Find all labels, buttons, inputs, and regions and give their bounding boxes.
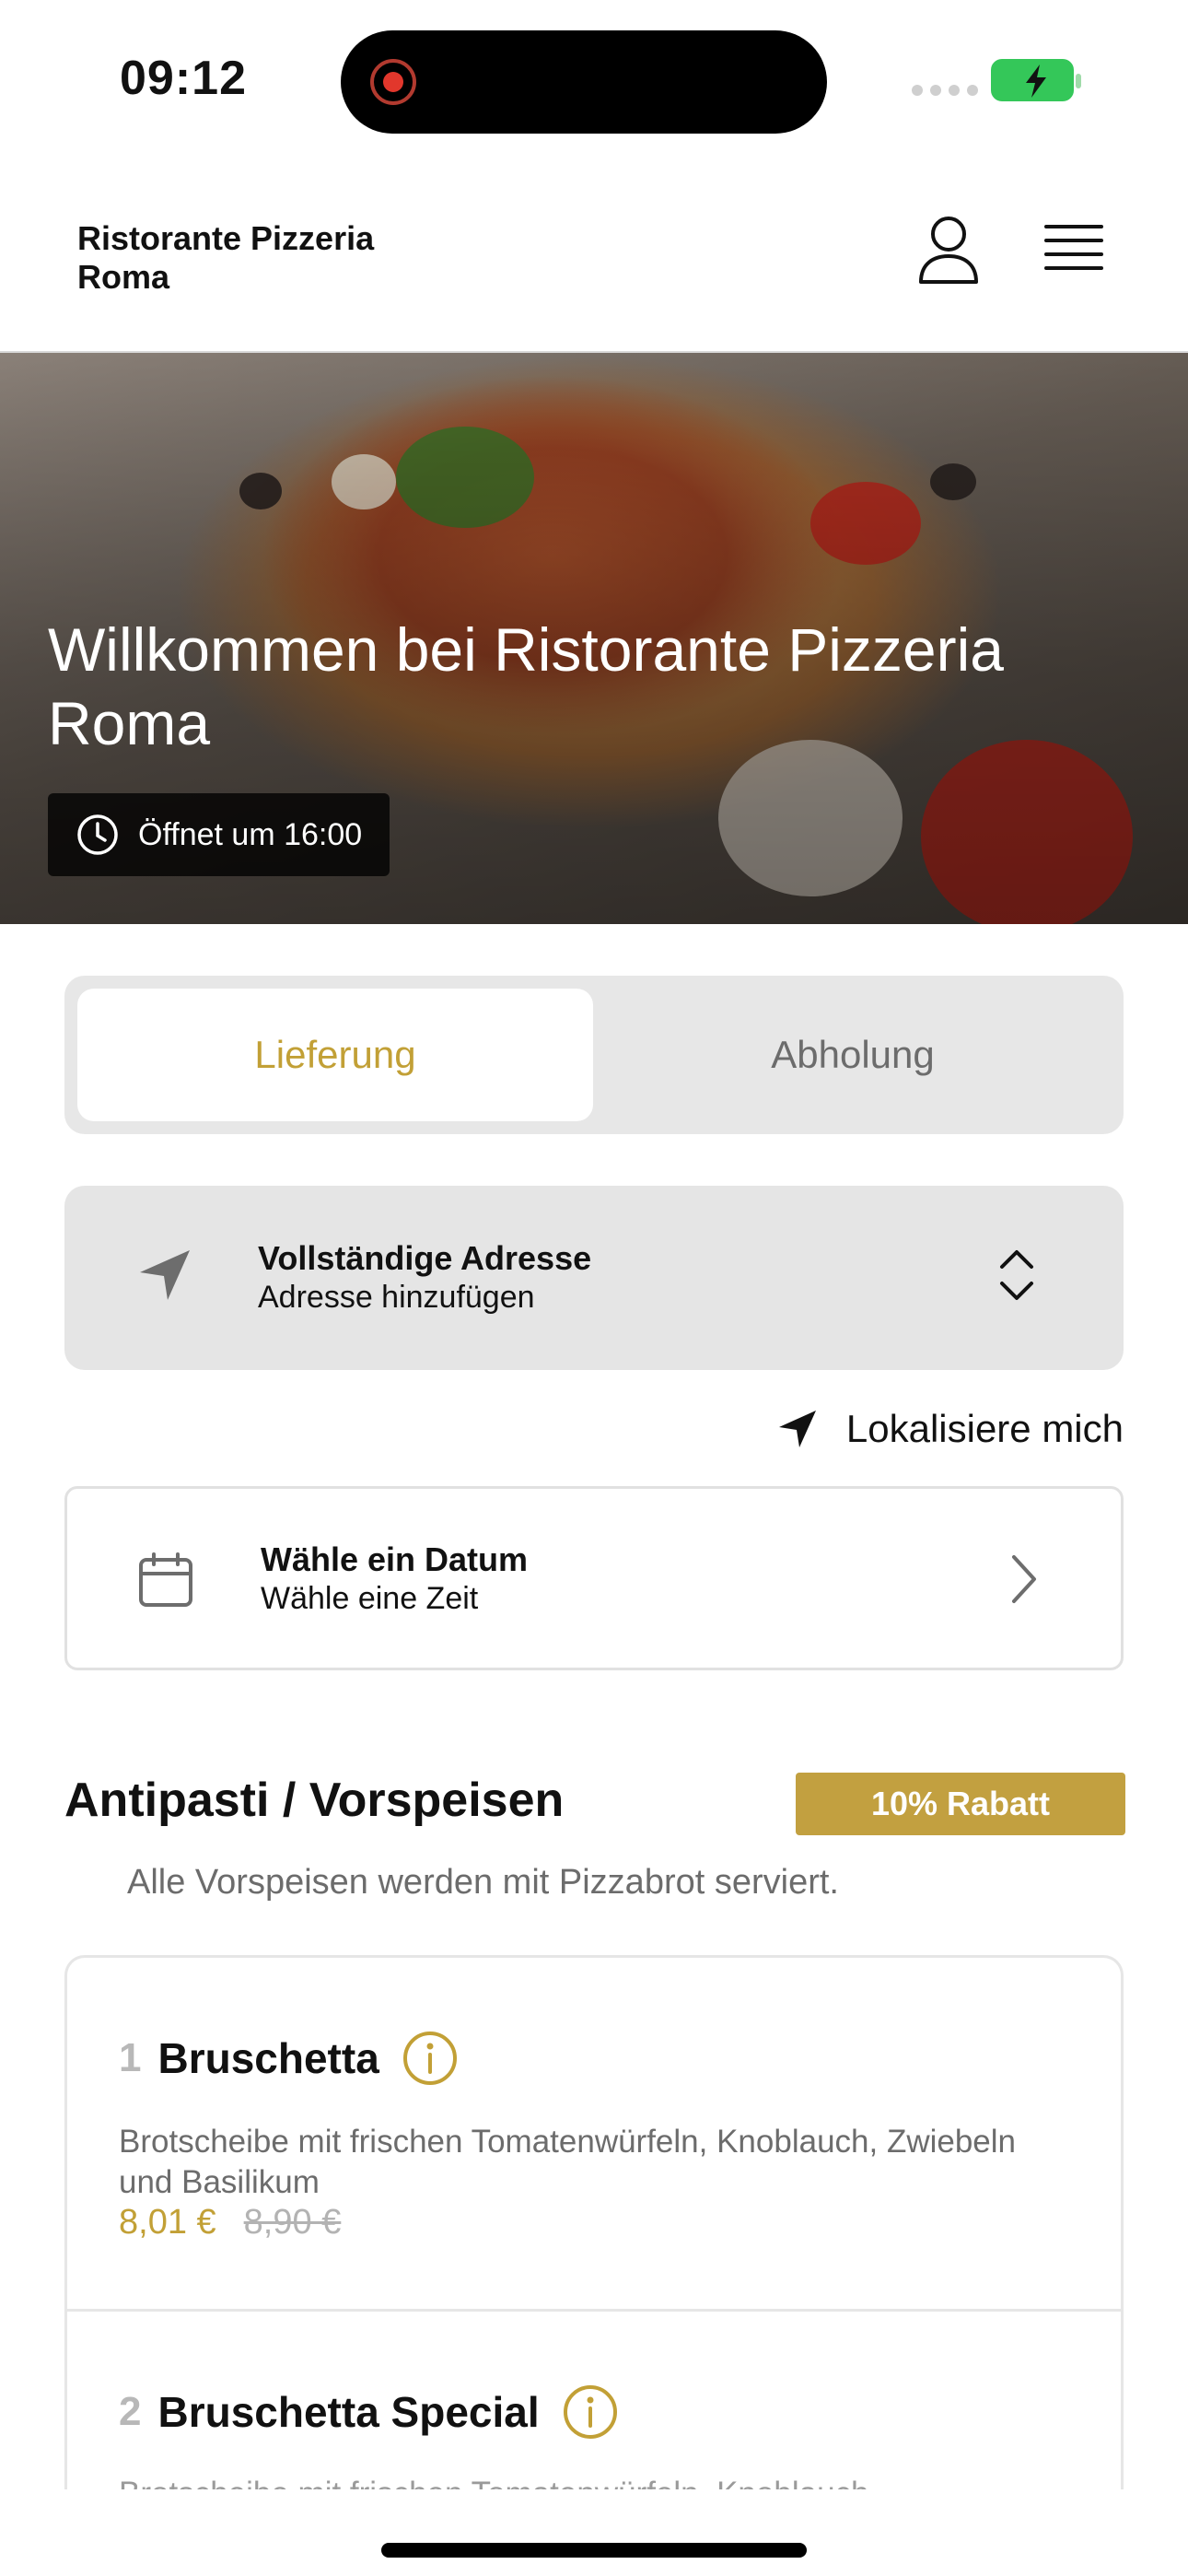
menu-item[interactable]: 2 Bruschetta Special Brotscheibe mit fri… <box>67 2312 1121 2489</box>
status-bar: 09:12 <box>0 0 1188 157</box>
time-subtitle: Wähle eine Zeit <box>261 1581 479 1616</box>
recording-indicator-icon <box>370 59 416 105</box>
menu-items-list: 1 Bruschetta Brotscheibe mit frischen To… <box>64 1955 1124 2489</box>
item-number: 1 <box>119 2035 142 2080</box>
opening-time-badge: Öffnet um 16:00 <box>48 793 390 876</box>
category-note: Alle Vorspeisen werden mit Pizzabrot ser… <box>127 1863 839 1902</box>
menu-icon <box>1044 225 1103 270</box>
item-number: 2 <box>119 2389 142 2434</box>
item-description: Brotscheibe mit frischen Tomatenwürfeln,… <box>119 2124 1017 2200</box>
hero-banner: Willkommen bei Ristorante Pizzeria Roma … <box>0 353 1188 924</box>
date-time-selector[interactable]: Wähle ein Datum Wähle eine Zeit <box>64 1486 1124 1670</box>
account-button[interactable] <box>915 214 982 287</box>
address-selector[interactable]: Vollständige Adresse Adresse hinzufügen <box>64 1186 1124 1370</box>
item-name: Bruschetta <box>157 2034 379 2082</box>
app-header: Ristorante Pizzeria Roma <box>0 157 1188 353</box>
order-mode-toggle: Lieferung Abholung <box>64 976 1124 1134</box>
address-subtitle: Adresse hinzufügen <box>258 1280 535 1315</box>
menu-button[interactable] <box>1042 223 1105 278</box>
calendar-icon <box>139 1552 192 1607</box>
menu-item[interactable]: 1 Bruschetta Brotscheibe mit frischen To… <box>67 1958 1121 2312</box>
item-original-price: 8,90 € <box>243 2203 342 2242</box>
locate-me-button[interactable]: Lokalisiere mich <box>776 1402 1124 1456</box>
address-title: Vollständige Adresse <box>258 1239 592 1277</box>
info-icon[interactable] <box>562 2383 619 2441</box>
date-title: Wähle ein Datum <box>261 1540 529 1578</box>
restaurant-name[interactable]: Ristorante Pizzeria Roma <box>77 219 464 297</box>
chevron-up-down-icon <box>1000 1250 1033 1300</box>
home-indicator[interactable] <box>381 2543 807 2558</box>
info-icon[interactable] <box>402 2030 459 2087</box>
battery-icon <box>991 59 1081 101</box>
dynamic-island <box>341 30 827 134</box>
item-name: Bruschetta Special <box>157 2388 540 2436</box>
navigation-arrow-icon <box>140 1250 190 1300</box>
hero-title: Willkommen bei Ristorante Pizzeria Roma <box>48 615 1004 757</box>
tab-delivery[interactable]: Lieferung <box>77 989 593 1121</box>
user-icon <box>919 217 978 284</box>
category-title: Antipasti / Vorspeisen <box>64 1774 565 1827</box>
location-arrow-icon <box>778 1411 816 1447</box>
chevron-right-icon <box>1012 1555 1036 1603</box>
opening-time-text: Öffnet um 16:00 <box>138 816 363 852</box>
status-time: 09:12 <box>120 52 247 105</box>
locate-me-label: Lokalisiere mich <box>845 1407 1124 1450</box>
tab-pickup[interactable]: Abholung <box>595 989 1111 1121</box>
discount-badge: 10% Rabatt <box>796 1773 1125 1835</box>
signal-icon <box>912 85 978 96</box>
item-price: 8,01 € <box>119 2203 216 2242</box>
clock-icon <box>77 814 118 855</box>
item-description: Brotscheibe mit frischen Tomatenwürfeln,… <box>119 2474 1040 2489</box>
